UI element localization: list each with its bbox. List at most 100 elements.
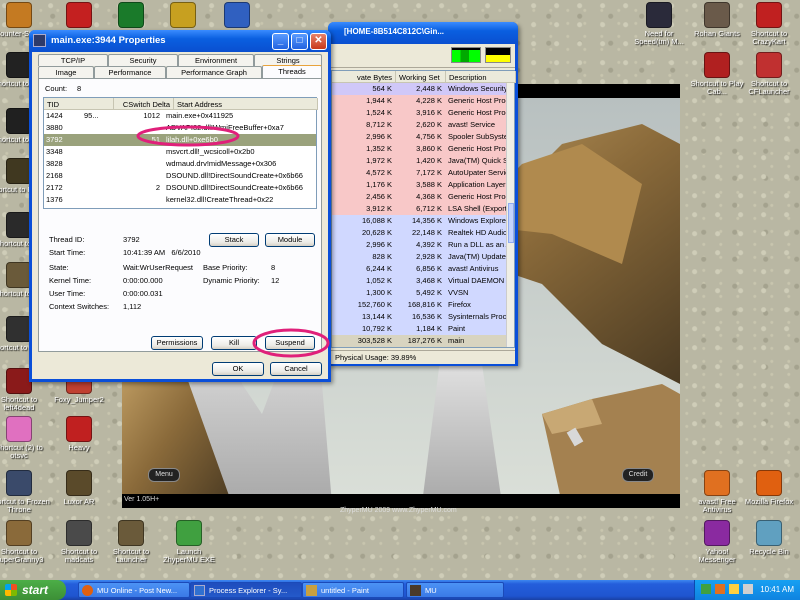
context-switches-label: Context Switches: bbox=[49, 302, 110, 311]
tray-icon-3[interactable] bbox=[729, 584, 739, 594]
desktop-icon-left-10[interactable]: Shortcut to SuperGranny3 bbox=[0, 520, 50, 564]
task-mu[interactable]: MU bbox=[406, 582, 504, 598]
process-list[interactable]: vate Bytes Working Set Description 564 K… bbox=[331, 70, 516, 348]
tab-strip: TCP/IP Security Environment Strings Imag… bbox=[38, 54, 322, 80]
stack-button[interactable]: Stack bbox=[209, 233, 259, 247]
desktop-icon-bottom-0[interactable]: Shortcut to Launcher bbox=[100, 520, 162, 564]
col-tid[interactable]: TID bbox=[44, 98, 114, 110]
process-row[interactable]: 13,144 K 16,536 K Sysinternals Proces bbox=[332, 311, 506, 323]
vertical-scrollbar[interactable] bbox=[506, 83, 514, 347]
desktop-icon-right-8[interactable]: Recycle Bin bbox=[738, 520, 800, 556]
minimize-button[interactable]: _ bbox=[272, 33, 289, 50]
desktop-icon-right-4[interactable]: Shortcut to CFLauncher bbox=[738, 52, 800, 96]
private-bytes: 1,300 K bbox=[366, 288, 392, 297]
private-bytes: 1,352 K bbox=[366, 144, 392, 153]
tray-icon-2[interactable] bbox=[715, 584, 725, 594]
process-explorer-window[interactable]: [HOME-8B514C812C\Gin... vate Bytes Worki… bbox=[328, 22, 518, 366]
process-explorer-titlebar[interactable]: [HOME-8B514C812C\Gin... bbox=[328, 22, 518, 44]
cancel-button[interactable]: Cancel bbox=[270, 362, 322, 376]
tab-tcpip[interactable]: TCP/IP bbox=[38, 54, 108, 66]
col-start-address[interactable]: Start Address bbox=[174, 98, 318, 110]
process-row[interactable]: 1,524 K 3,916 K Generic Host Proce bbox=[332, 107, 506, 119]
tab-security[interactable]: Security bbox=[108, 54, 178, 66]
thread-row[interactable]: 1424 95... 1012 main.exe+0x411925 bbox=[44, 110, 316, 122]
process-row[interactable]: 1,972 K 1,420 K Java(TM) Quick St bbox=[332, 155, 506, 167]
desktop-icon-right-2[interactable]: Shortcut to CrazyKart bbox=[738, 2, 800, 46]
working-set: 3,916 K bbox=[416, 108, 442, 117]
maximize-button[interactable]: □ bbox=[291, 33, 308, 50]
process-row[interactable]: 152,760 K 168,816 K Firefox bbox=[332, 299, 506, 311]
ok-button[interactable]: OK bbox=[212, 362, 264, 376]
tab-performance-graph[interactable]: Performance Graph bbox=[166, 66, 262, 78]
process-row[interactable]: 1,300 K 5,492 K VVSN bbox=[332, 287, 506, 299]
desktop-icon-right-3-icon bbox=[704, 52, 730, 78]
description: Spooler SubSystem bbox=[448, 132, 506, 141]
thread-row[interactable]: 2172 2 DSOUND.dll!DirectSoundCreate+0x6b66 bbox=[44, 182, 316, 194]
desktop-icon-top-3[interactable] bbox=[206, 2, 268, 30]
start-button[interactable]: start bbox=[0, 580, 66, 600]
desktop-icon-bottom-1[interactable]: Launch ZhyperMU.EXE bbox=[158, 520, 220, 564]
process-row[interactable]: 16,088 K 14,356 K Windows Explorer bbox=[332, 215, 506, 227]
process-row[interactable]: 2,456 K 4,368 K Generic Host Proce bbox=[332, 191, 506, 203]
close-button[interactable]: ✕ bbox=[310, 33, 327, 50]
process-row[interactable]: 564 K 2,448 K Windows Security C bbox=[332, 83, 506, 95]
desktop-icon-top-0-icon bbox=[66, 2, 92, 28]
process-row[interactable]: 6,244 K 6,856 K avast! Antivirus bbox=[332, 263, 506, 275]
state-label: State: bbox=[49, 263, 69, 272]
desktop-icon-left-9[interactable]: Shortcut to Frozen Throne bbox=[0, 470, 50, 514]
process-row[interactable]: 1,052 K 3,468 K Virtual DAEMON M bbox=[332, 275, 506, 287]
count-value: 8 bbox=[77, 84, 82, 93]
desktop-icon-bottom-0-label: Shortcut to Launcher bbox=[112, 547, 150, 564]
thread-row[interactable]: 1376 kernel32.dll!CreateThread+0x22 bbox=[44, 194, 316, 206]
process-row[interactable]: 1,176 K 3,588 K Application Layer G bbox=[332, 179, 506, 191]
col-description[interactable]: Description bbox=[446, 71, 516, 83]
process-row[interactable]: 828 K 2,928 K Java(TM) Update S bbox=[332, 251, 506, 263]
thread-row[interactable]: 2168 DSOUND.dll!DirectSoundCreate+0x6b66 bbox=[44, 170, 316, 182]
threads-list[interactable]: TID CSwitch Delta Start Address 1424 95..… bbox=[43, 97, 318, 209]
process-row[interactable]: 8,712 K 2,620 K avast! Service bbox=[332, 119, 506, 131]
properties-titlebar[interactable]: main.exe:3944 Properties _ □ ✕ bbox=[29, 30, 331, 52]
col-private-bytes[interactable]: vate Bytes bbox=[332, 71, 396, 83]
desktop-icon-right-6[interactable]: Mozilla Firefox bbox=[738, 470, 800, 506]
tab-performance[interactable]: Performance bbox=[94, 66, 166, 78]
tray-icon-4[interactable] bbox=[743, 584, 753, 594]
task-firefox[interactable]: MU Online - Post New... bbox=[78, 582, 190, 598]
thread-tid: 2168 bbox=[46, 171, 63, 180]
process-row[interactable]: 2,996 K 4,756 K Spooler SubSystem bbox=[332, 131, 506, 143]
col-working-set[interactable]: Working Set bbox=[396, 71, 446, 83]
desktop-icon-left-8[interactable]: Shortcut (2) to otsvc bbox=[0, 416, 50, 460]
tray-icon-1[interactable] bbox=[701, 584, 711, 594]
private-bytes: 1,944 K bbox=[366, 96, 392, 105]
process-row[interactable]: 20,628 K 22,148 K Realtek HD Audio ( bbox=[332, 227, 506, 239]
process-row[interactable]: 1,944 K 4,228 K Generic Host Proce bbox=[332, 95, 506, 107]
desktop-icon-col2-1[interactable]: Heavy bbox=[48, 416, 110, 452]
process-rows: 564 K 2,448 K Windows Security C 1,944 K 4,2… bbox=[332, 83, 506, 347]
process-row[interactable]: 4,572 K 7,172 K AutoUpater Service bbox=[332, 167, 506, 179]
clock[interactable]: 10:41 AM bbox=[760, 585, 794, 594]
process-row[interactable]: 1,352 K 3,860 K Generic Host Proce bbox=[332, 143, 506, 155]
task-paint-label: untitled - Paint bbox=[321, 586, 369, 595]
module-button[interactable]: Module bbox=[265, 233, 315, 247]
tab-threads[interactable]: Threads bbox=[262, 65, 322, 78]
game-credit-button[interactable]: Credit bbox=[622, 468, 654, 482]
task-process-explorer[interactable]: Process Explorer - Sy... bbox=[190, 582, 302, 598]
working-set: 168,816 K bbox=[407, 300, 442, 309]
properties-dialog[interactable]: main.exe:3944 Properties _ □ ✕ TCP/IP Se… bbox=[29, 30, 331, 382]
process-row[interactable]: 303,528 K 187,276 K main bbox=[332, 335, 506, 347]
process-row[interactable]: 10,792 K 1,184 K Paint bbox=[332, 323, 506, 335]
process-row[interactable]: 2,996 K 4,392 K Run a DLL as an A bbox=[332, 239, 506, 251]
tab-image[interactable]: Image bbox=[38, 66, 94, 78]
process-row[interactable]: 3,912 K 6,712 K LSA Shell (Export V bbox=[332, 203, 506, 215]
thread-row[interactable]: 3828 wdmaud.drv!midMessage+0x306 bbox=[44, 158, 316, 170]
desktop-icon-right-5-icon bbox=[704, 470, 730, 496]
desktop-icon-right-0[interactable]: Need for Speed(tm) M... bbox=[628, 2, 690, 46]
desktop-icon-col2-2[interactable]: Luxor AR bbox=[48, 470, 110, 506]
permissions-button[interactable]: Permissions bbox=[151, 336, 203, 350]
col-cswitch-delta[interactable]: CSwitch Delta bbox=[114, 98, 174, 110]
working-set: 187,276 K bbox=[407, 336, 442, 345]
desktop-icon-top-2[interactable] bbox=[152, 2, 214, 30]
working-set: 5,492 K bbox=[416, 288, 442, 297]
tab-environment[interactable]: Environment bbox=[178, 54, 254, 66]
task-paint[interactable]: untitled - Paint bbox=[302, 582, 404, 598]
game-menu-button[interactable]: Menu bbox=[148, 468, 180, 482]
